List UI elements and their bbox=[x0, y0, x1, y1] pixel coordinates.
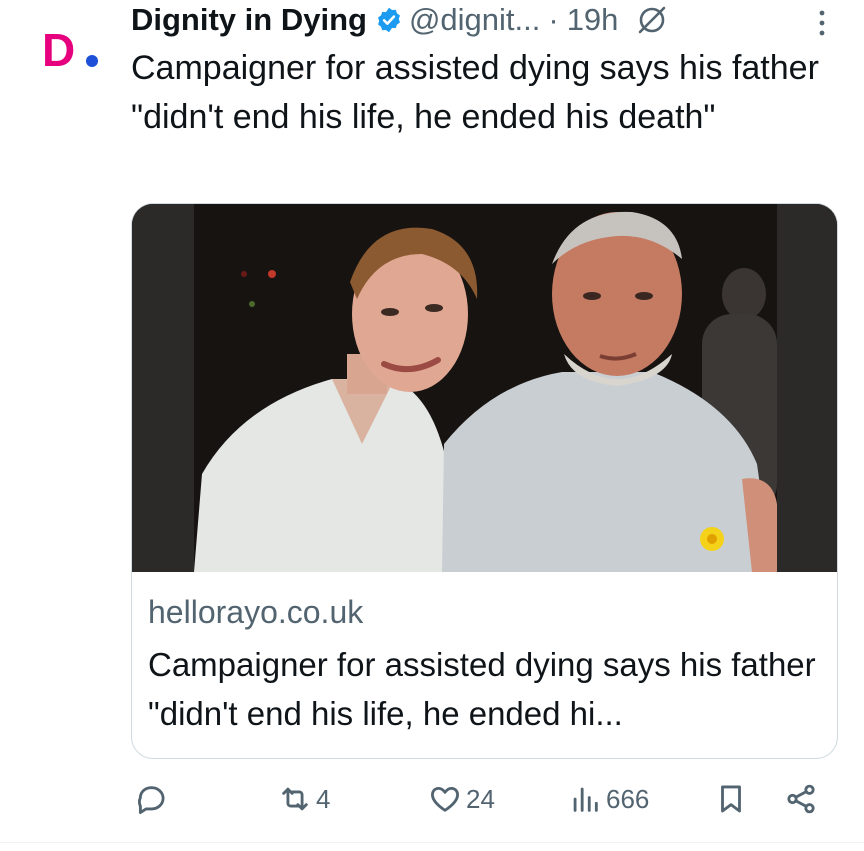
avatar-letter: D bbox=[42, 24, 75, 76]
repost-button[interactable]: 4 bbox=[278, 782, 330, 816]
more-icon[interactable] bbox=[812, 6, 832, 40]
tweet-text: Campaigner for assisted dying says his f… bbox=[131, 49, 819, 136]
divider bbox=[0, 842, 864, 843]
bookmark-icon bbox=[721, 785, 741, 813]
verified-badge-icon bbox=[377, 7, 400, 33]
action-bar: 4 24 666 bbox=[0, 770, 864, 834]
tweet-header: Dignity in Dying @dignit... · 19h bbox=[131, 0, 670, 40]
repost-count: 4 bbox=[316, 783, 331, 814]
timestamp[interactable]: 19h bbox=[567, 2, 619, 38]
reply-button[interactable] bbox=[134, 782, 172, 816]
views-icon bbox=[573, 787, 598, 812]
like-count: 24 bbox=[466, 783, 495, 814]
bookmark-button[interactable] bbox=[714, 782, 748, 816]
grok-icon[interactable] bbox=[634, 2, 670, 38]
views-count: 666 bbox=[606, 783, 650, 814]
avatar-dot bbox=[86, 55, 98, 67]
avatar[interactable]: D bbox=[42, 24, 106, 76]
like-icon bbox=[431, 786, 459, 812]
reply-icon bbox=[138, 786, 165, 815]
card-domain: hellorayo.co.uk bbox=[148, 594, 364, 630]
card-title: Campaigner for assisted dying says his f… bbox=[148, 646, 816, 732]
share-button[interactable] bbox=[784, 782, 818, 816]
views-button[interactable]: 666 bbox=[568, 782, 649, 816]
card-meta: hellorayo.co.uk Campaigner for assisted … bbox=[148, 592, 828, 738]
repost-icon bbox=[282, 787, 308, 811]
share-icon bbox=[787, 784, 815, 814]
author-name[interactable]: Dignity in Dying bbox=[131, 2, 367, 38]
link-card[interactable]: hellorayo.co.uk Campaigner for assisted … bbox=[131, 203, 838, 759]
author-handle[interactable]: @dignit... bbox=[409, 2, 540, 38]
separator: · bbox=[548, 2, 559, 37]
like-button[interactable]: 24 bbox=[428, 782, 495, 816]
card-image bbox=[132, 204, 837, 572]
